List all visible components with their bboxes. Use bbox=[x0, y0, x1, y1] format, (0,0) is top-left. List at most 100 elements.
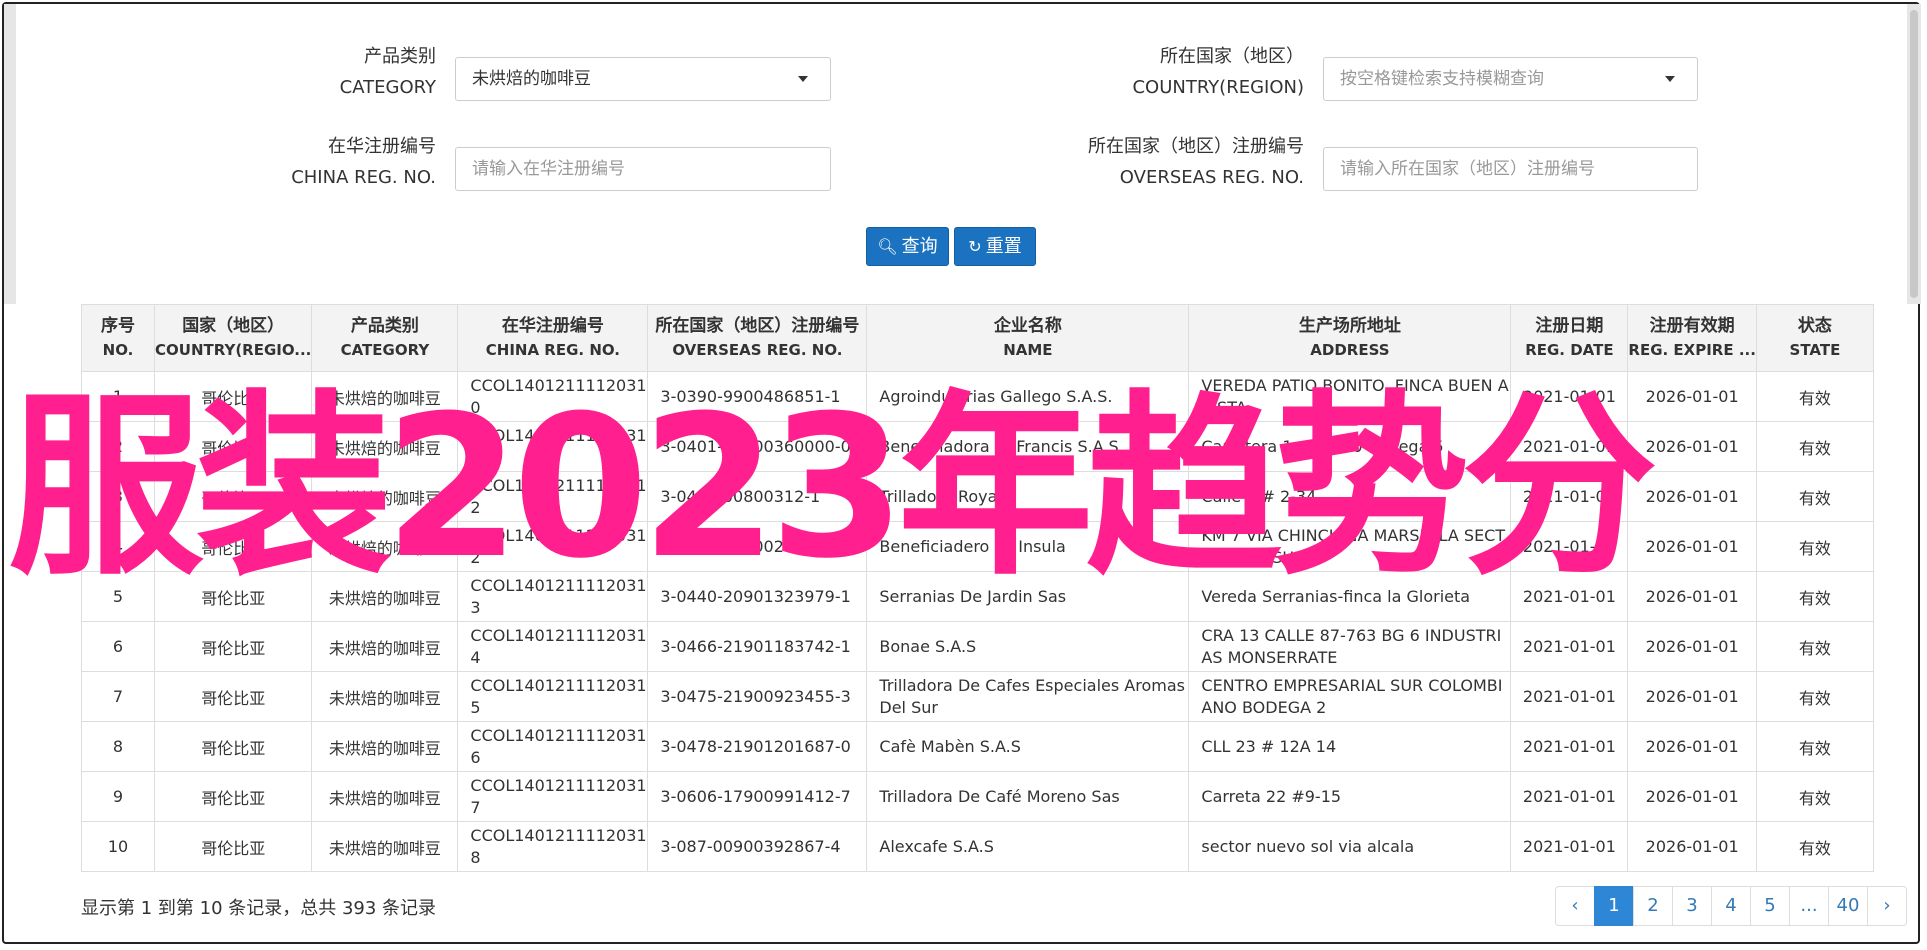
category-select[interactable]: 未烘焙的咖啡豆 bbox=[455, 57, 831, 101]
table-row[interactable]: 9 哥伦比亚 未烘焙的咖啡豆 CCOL14012111120317 3-0606-179… bbox=[81, 771, 1874, 822]
header-country[interactable]: 国家（地区） COUNTRY(REGIO... bbox=[153, 304, 313, 372]
cell-china-reg: CCOL14012111120316 bbox=[457, 721, 649, 772]
cell-country: 哥伦比亚 bbox=[153, 771, 313, 822]
cell-country: 哥伦比亚 bbox=[153, 571, 313, 622]
page-button-4[interactable]: 4 bbox=[1711, 886, 1751, 926]
cell-state: 有效 bbox=[1755, 621, 1874, 672]
cell-overseas-reg: 3-0475-21900923455-3 bbox=[647, 671, 868, 722]
cell-name: Cafè Mabèn S.A.S bbox=[866, 721, 1190, 772]
cell-address: CENTRO EMPRESARIAL SUR COLOMBIANO BODEGA… bbox=[1188, 671, 1512, 722]
table-header-row: 序号 NO. 国家（地区） COUNTRY(REGIO... 产品类别 CATEGOR… bbox=[81, 304, 1874, 372]
page-button-40[interactable]: 40 bbox=[1828, 886, 1868, 926]
cell-state: 有效 bbox=[1755, 671, 1874, 722]
table-row[interactable]: 4 哥伦比亚 未烘焙的咖啡豆 CCOL14012111120312 3-0428-209… bbox=[81, 521, 1874, 572]
cell-overseas-reg: 3-0606-17900991412-7 bbox=[647, 771, 868, 822]
cell-state: 有效 bbox=[1755, 421, 1874, 472]
cell-reg-date: 2021-01-01 bbox=[1510, 621, 1629, 672]
vertical-scrollbar[interactable] bbox=[1907, 4, 1921, 304]
cell-address: VEREDA PATIO BONITO, FINCA BUEN AVISTA bbox=[1188, 371, 1512, 422]
page-ellipsis: ... bbox=[1789, 886, 1829, 926]
cell-country: 哥伦比亚 bbox=[153, 621, 313, 672]
prev-page-button[interactable]: ‹ bbox=[1555, 886, 1595, 926]
table-row[interactable]: 5 哥伦比亚 未烘焙的咖啡豆 CCOL14012111120313 3-0440-209… bbox=[81, 571, 1874, 622]
header-china-reg[interactable]: 在华注册编号 CHINA REG. NO. bbox=[457, 304, 649, 372]
cell-state: 有效 bbox=[1755, 771, 1874, 822]
table-row[interactable]: 3 哥伦比亚 未烘焙的咖啡豆 CCOL14012111120212 3-0411-008… bbox=[81, 471, 1874, 522]
cell-category: 未烘焙的咖啡豆 bbox=[311, 821, 459, 872]
cell-no: 5 bbox=[81, 571, 155, 622]
header-address[interactable]: 生产场所地址 ADDRESS bbox=[1188, 304, 1512, 372]
cell-reg-date: 2021-01-01 bbox=[1510, 571, 1629, 622]
cell-no: 1 bbox=[81, 371, 155, 422]
cell-address: CRA 13 CALLE 87-763 BG 6 INDUSTRIAS MONS… bbox=[1188, 621, 1512, 672]
cell-name: Serranias De Jardin Sas bbox=[866, 571, 1190, 622]
left-gutter bbox=[4, 4, 16, 304]
cell-reg-expire: 2026-01-01 bbox=[1627, 471, 1757, 522]
cell-no: 3 bbox=[81, 471, 155, 522]
header-no[interactable]: 序号 NO. bbox=[81, 304, 155, 372]
category-select-value: 未烘焙的咖啡豆 bbox=[472, 69, 591, 89]
category-label: 产品类别 CATEGORY bbox=[339, 46, 436, 98]
cell-category: 未烘焙的咖啡豆 bbox=[311, 721, 459, 772]
cell-no: 8 bbox=[81, 721, 155, 772]
cell-overseas-reg: 3-0401-19900360000-0 bbox=[647, 421, 868, 472]
next-page-button[interactable]: › bbox=[1867, 886, 1907, 926]
cell-country: 哥伦比亚 bbox=[153, 371, 313, 422]
header-name[interactable]: 企业名称 NAME bbox=[866, 304, 1190, 372]
cell-no: 4 bbox=[81, 521, 155, 572]
cell-category: 未烘焙的咖啡豆 bbox=[311, 671, 459, 722]
country-select[interactable]: 按空格键检索支持模糊查询 bbox=[1323, 57, 1698, 101]
header-reg-expire[interactable]: 注册有效期 REG. EXPIRE ... bbox=[1627, 304, 1757, 372]
cell-reg-expire: 2026-01-01 bbox=[1627, 571, 1757, 622]
refresh-icon: ↻ bbox=[968, 237, 982, 256]
cell-country: 哥伦比亚 bbox=[153, 471, 313, 522]
header-overseas-reg[interactable]: 所在国家（地区）注册编号 OVERSEAS REG. NO. bbox=[647, 304, 868, 372]
cell-reg-date: 2021-01-01 bbox=[1510, 521, 1629, 572]
cell-china-reg: CCOL14012111120212 bbox=[457, 471, 649, 522]
cell-name: Beneficiadora St Francis S.A.S bbox=[866, 421, 1190, 472]
table-row[interactable]: 7 哥伦比亚 未烘焙的咖啡豆 CCOL14012111120315 3-0475-219… bbox=[81, 671, 1874, 722]
cell-reg-date: 2021-01-01 bbox=[1510, 721, 1629, 772]
header-category[interactable]: 产品类别 CATEGORY bbox=[311, 304, 459, 372]
header-reg-date[interactable]: 注册日期 REG. DATE bbox=[1510, 304, 1629, 372]
cell-address: Carretera 1 # 0-220 Bodega 5 bbox=[1188, 421, 1512, 472]
cell-reg-expire: 2026-01-01 bbox=[1627, 521, 1757, 572]
page-button-2[interactable]: 2 bbox=[1633, 886, 1673, 926]
reset-button[interactable]: ↻ 重置 bbox=[954, 227, 1036, 266]
cell-overseas-reg: 3-0411-00800312-1 bbox=[647, 471, 868, 522]
china-reg-label: 在华注册编号 CHINA REG. NO. bbox=[291, 136, 436, 188]
cell-category: 未烘焙的咖啡豆 bbox=[311, 571, 459, 622]
header-state[interactable]: 状态 STATE bbox=[1755, 304, 1874, 372]
cell-china-reg: CCOL14012111120312 bbox=[457, 521, 649, 572]
table-row[interactable]: 6 哥伦比亚 未烘焙的咖啡豆 CCOL14012111120314 3-0466-219… bbox=[81, 621, 1874, 672]
cell-category: 未烘焙的咖啡豆 bbox=[311, 371, 459, 422]
cell-no: 10 bbox=[81, 821, 155, 872]
overseas-reg-input[interactable] bbox=[1323, 147, 1698, 191]
search-button[interactable]: 🔍︎ 查询 bbox=[866, 227, 949, 266]
table-row[interactable]: 1 哥伦比亚 未烘焙的咖啡豆 CCOL14012111120310 3-0390-990… bbox=[81, 371, 1874, 422]
cell-china-reg: CCOL14012111120317 bbox=[457, 771, 649, 822]
cell-name: Trilladora De Cafes Especiales Aromas De… bbox=[866, 671, 1190, 722]
pagination: ‹ 1 2 3 4 5... 40 › bbox=[1555, 886, 1907, 926]
china-reg-input[interactable] bbox=[455, 147, 831, 191]
cell-china-reg: CCOL14012111120318 bbox=[457, 821, 649, 872]
page-button-3[interactable]: 3 bbox=[1672, 886, 1712, 926]
cell-reg-expire: 2026-01-01 bbox=[1627, 421, 1757, 472]
cell-overseas-reg: 3-0440-20901323979-1 bbox=[647, 571, 868, 622]
table-row[interactable]: 2 哥伦比亚 未烘焙的咖啡豆 CCOL14012111120311 3-0401-199… bbox=[81, 421, 1874, 472]
cell-address: sector nuevo sol via alcala bbox=[1188, 821, 1512, 872]
table-row[interactable]: 10 哥伦比亚 未烘焙的咖啡豆 CCOL14012111120318 3-087-009… bbox=[81, 821, 1874, 872]
overseas-reg-label: 所在国家（地区）注册编号 OVERSEAS REG. NO. bbox=[1088, 136, 1304, 188]
table-row[interactable]: 8 哥伦比亚 未烘焙的咖啡豆 CCOL14012111120316 3-0478-219… bbox=[81, 721, 1874, 772]
cell-state: 有效 bbox=[1755, 721, 1874, 772]
page-button-1[interactable]: 1 bbox=[1594, 886, 1634, 926]
cell-reg-date: 2021-01-01 bbox=[1510, 421, 1629, 472]
page-button-5[interactable]: 5 bbox=[1750, 886, 1790, 926]
cell-country: 哥伦比亚 bbox=[153, 521, 313, 572]
cell-reg-date: 2021-01-01 bbox=[1510, 371, 1629, 422]
cell-name: Beneficiadero La Insula bbox=[866, 521, 1190, 572]
cell-overseas-reg: 3-0478-21901201687-0 bbox=[647, 721, 868, 772]
cell-category: 未烘焙的咖啡豆 bbox=[311, 621, 459, 672]
cell-overseas-reg: 3-0466-21901183742-1 bbox=[647, 621, 868, 672]
cell-country: 哥伦比亚 bbox=[153, 671, 313, 722]
